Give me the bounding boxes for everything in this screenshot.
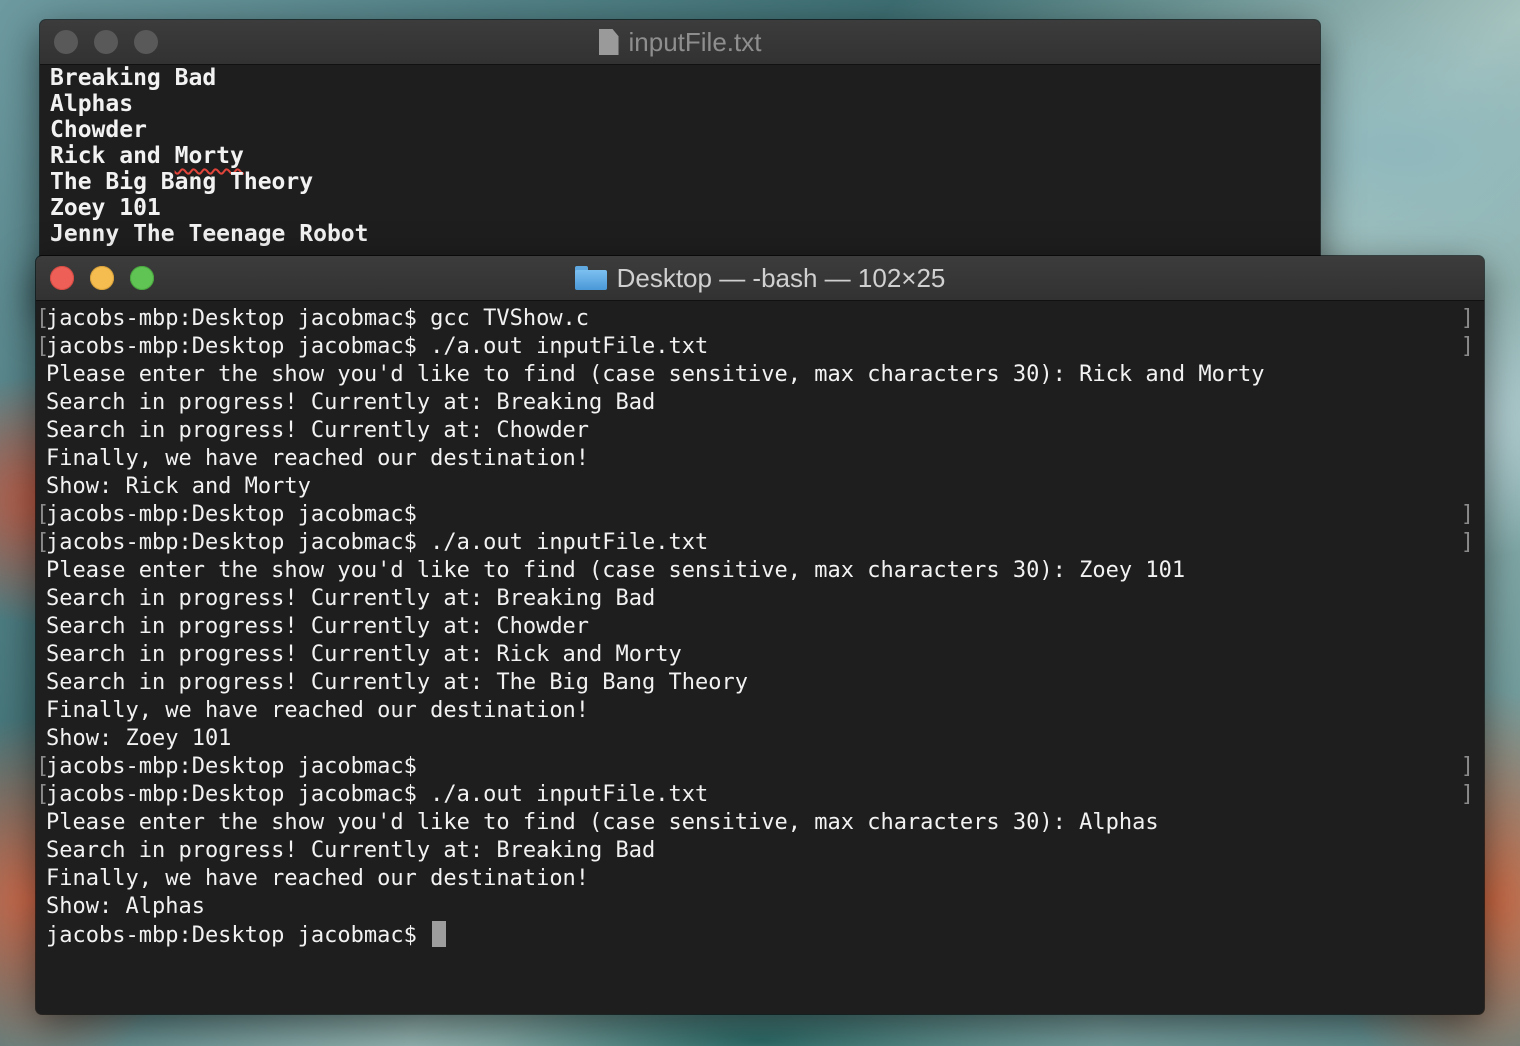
line-text: Search in progress! Currently at: Chowde…	[46, 418, 590, 443]
spellcheck-word[interactable]: Morty	[175, 143, 244, 169]
prompt-line: [] jacobs-mbp:Desktop jacobmac$ ./a.out i…	[36, 781, 1474, 809]
line-text: Search in progress! Currently at: The Bi…	[46, 670, 748, 695]
editor-zoom-button[interactable]	[134, 30, 158, 54]
output-line: Please enter the show you'd like to find…	[46, 557, 1474, 585]
line-text: jacobs-mbp:Desktop jacobmac$ ./a.out inp…	[46, 334, 709, 359]
output-line: Search in progress! Currently at: Breaki…	[46, 585, 1474, 613]
mark-bracket-left: [	[36, 306, 50, 331]
editor-close-button[interactable]	[54, 30, 78, 54]
editor-title-text: inputFile.txt	[628, 26, 762, 57]
editor-line: Rick and Morty	[50, 143, 1310, 169]
prompt-line: [] jacobs-mbp:Desktop jacobmac$	[36, 753, 1474, 781]
output-line: Show: Rick and Morty	[46, 473, 1474, 501]
editor-line: Alphas	[50, 91, 134, 117]
line-text: jacobs-mbp:Desktop jacobmac$	[46, 754, 417, 779]
close-button[interactable]	[50, 266, 74, 290]
output-line: Show: Zoey 101	[46, 725, 1474, 753]
mark-bracket-right: ]	[1460, 334, 1474, 359]
mark-bracket-left: [	[36, 782, 50, 807]
line-text: Show: Zoey 101	[46, 726, 232, 751]
mark-bracket-left: [	[36, 334, 50, 359]
output-line: Search in progress! Currently at: Breaki…	[46, 837, 1474, 865]
editor-line-text: Rick and	[50, 143, 175, 169]
line-text: jacobs-mbp:Desktop jacobmac$	[46, 502, 417, 527]
output-line: Please enter the show you'd like to find…	[46, 361, 1474, 389]
editor-minimize-button[interactable]	[94, 30, 118, 54]
editor-title: inputFile.txt	[598, 26, 762, 58]
output-line: Search in progress! Currently at: Chowde…	[46, 613, 1474, 641]
mark-bracket-right: ]	[1460, 530, 1474, 555]
editor-line: The Big Bang Theory	[50, 169, 314, 195]
terminal-title: Desktop — -bash — 102×25	[574, 262, 946, 294]
prompt-line: [] jacobs-mbp:Desktop jacobmac$	[36, 501, 1474, 529]
output-line: Please enter the show you'd like to find…	[46, 809, 1474, 837]
mark-bracket-left: [	[36, 502, 50, 527]
line-text: jacobs-mbp:Desktop jacobmac$ ./a.out inp…	[46, 782, 709, 807]
editor-line: Zoey 101	[50, 195, 161, 221]
line-text: Please enter the show you'd like to find…	[46, 558, 1186, 583]
output-line: Show: Alphas	[46, 893, 1474, 921]
line-text: jacobs-mbp:Desktop jacobmac$ ./a.out inp…	[46, 530, 709, 555]
output-line: Finally, we have reached our destination…	[46, 697, 1474, 725]
mark-bracket-left: [	[36, 754, 50, 779]
mark-bracket-right: ]	[1460, 306, 1474, 331]
line-text: Finally, we have reached our destination…	[46, 866, 590, 891]
editor-window-controls	[54, 20, 158, 64]
mark-bracket-right: ]	[1460, 754, 1474, 779]
editor-titlebar[interactable]: inputFile.txt	[40, 20, 1320, 65]
terminal-window[interactable]: Desktop — -bash — 102×25 [] jacobs-mbp:De…	[36, 256, 1484, 1014]
mark-bracket-left: [	[36, 530, 50, 555]
mark-bracket-right: ]	[1460, 782, 1474, 807]
editor-line: Jenny The Teenage Robot	[50, 221, 369, 247]
mark-bracket-right: ]	[1460, 502, 1474, 527]
output-line: Search in progress! Currently at: The Bi…	[46, 669, 1474, 697]
output-line: Finally, we have reached our destination…	[46, 865, 1474, 893]
line-text: Finally, we have reached our destination…	[46, 698, 590, 723]
output-line: Search in progress! Currently at: Breaki…	[46, 389, 1474, 417]
line-text: Please enter the show you'd like to find…	[46, 362, 1265, 387]
line-text: jacobs-mbp:Desktop jacobmac$ gcc TVShow.…	[46, 306, 590, 331]
terminal-window-controls	[50, 256, 154, 300]
line-text: Search in progress! Currently at: Rick a…	[46, 642, 682, 667]
output-line: Search in progress! Currently at: Rick a…	[46, 641, 1474, 669]
output-line: Search in progress! Currently at: Chowde…	[46, 417, 1474, 445]
line-text: Show: Alphas	[46, 894, 205, 919]
folder-icon	[574, 266, 607, 290]
line-text: Search in progress! Currently at: Chowde…	[46, 614, 590, 639]
zoom-button[interactable]	[130, 266, 154, 290]
line-text: Search in progress! Currently at: Breaki…	[46, 838, 656, 863]
line-text: Finally, we have reached our destination…	[46, 446, 590, 471]
prompt-line: [] jacobs-mbp:Desktop jacobmac$ ./a.out i…	[36, 333, 1474, 361]
current-prompt-line[interactable]: jacobs-mbp:Desktop jacobmac$	[46, 921, 1474, 950]
prompt-line: [] jacobs-mbp:Desktop jacobmac$ ./a.out i…	[36, 529, 1474, 557]
text-cursor	[432, 921, 447, 947]
prompt-line: [] jacobs-mbp:Desktop jacobmac$ gcc TVSho…	[36, 305, 1474, 333]
output-line: Finally, we have reached our destination…	[46, 445, 1474, 473]
terminal-titlebar[interactable]: Desktop — -bash — 102×25	[36, 256, 1484, 301]
editor-line: Chowder	[50, 117, 147, 143]
minimize-button[interactable]	[90, 266, 114, 290]
line-text: Search in progress! Currently at: Breaki…	[46, 390, 656, 415]
document-icon	[598, 29, 619, 55]
terminal-output[interactable]: [] jacobs-mbp:Desktop jacobmac$ gcc TVSho…	[36, 301, 1484, 950]
line-text: Show: Rick and Morty	[46, 474, 311, 499]
editor-line: Breaking Bad	[50, 65, 217, 91]
line-text: Please enter the show you'd like to find…	[46, 810, 1159, 835]
current-prompt: jacobs-mbp:Desktop jacobmac$	[46, 923, 431, 948]
line-text: Search in progress! Currently at: Breaki…	[46, 586, 656, 611]
terminal-title-text: Desktop — -bash — 102×25	[616, 262, 946, 293]
editor-text-area[interactable]: Breaking Bad Alphas Chowder Rick and Morty T…	[40, 65, 1320, 247]
